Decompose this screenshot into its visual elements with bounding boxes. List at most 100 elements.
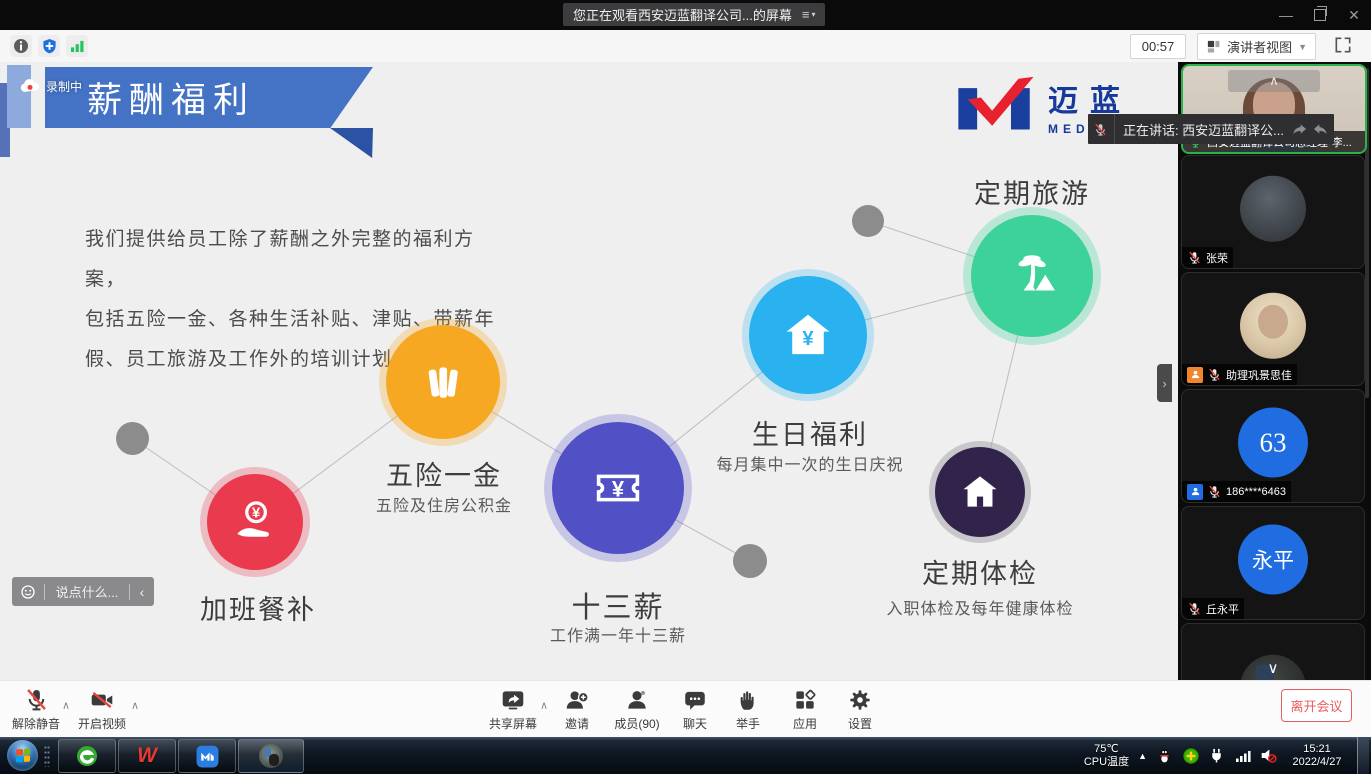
participant-name: 张荣 (1206, 250, 1228, 266)
muted-mic-icon (1187, 250, 1202, 265)
toast-arrows[interactable] (1292, 122, 1334, 136)
benefit-subtitle: 五险及住房公积金 (336, 492, 552, 516)
participant-tile[interactable]: 永平 丘永平 (1181, 506, 1365, 620)
emoji-icon[interactable] (12, 584, 44, 600)
antivirus-icon[interactable] (1182, 747, 1199, 764)
video-options-chevron[interactable]: ∧ (131, 699, 139, 712)
show-desktop-button[interactable] (1357, 737, 1369, 774)
gear-icon (847, 686, 874, 713)
benefit-title: 定期体检 (892, 552, 1068, 591)
clock[interactable]: 15:212022/4/27 (1286, 743, 1348, 769)
quick-chat-placeholder[interactable]: 说点什么... (45, 582, 129, 601)
statusbar: 00:57 演讲者视图 ▼ (0, 30, 1371, 63)
network-signal-icon[interactable] (66, 35, 88, 57)
share-screen-button[interactable]: 共享屏幕 (477, 686, 549, 732)
benefit-title: 生日福利 (722, 413, 898, 452)
meeting-timer: 00:57 (1130, 34, 1186, 59)
taskbar-camera-button[interactable] (238, 739, 304, 773)
forward-arrow-icon (1292, 122, 1308, 136)
meeting-toolbar: 解除静音 ∧ 开启视频 ∧ 共享屏幕 ∧ 邀请 成员(90) (0, 680, 1371, 738)
house-yen-icon: ¥ (781, 308, 835, 362)
close-button[interactable]: ✕ (1337, 0, 1371, 30)
start-button[interactable] (7, 740, 38, 771)
toast-mic-box (1088, 114, 1115, 144)
titlebar: 您正在观看西安迈蓝翻译公司...的屏幕 ≡▾ — ✕ (0, 0, 1371, 30)
restore-button[interactable] (1303, 0, 1337, 30)
collapse-video-button[interactable]: ∧ (1228, 70, 1320, 92)
sidebar-collapse-handle[interactable]: › (1157, 364, 1172, 402)
muted-mic-icon (1207, 484, 1222, 499)
participant-tile[interactable]: 助理巩景思佳 (1181, 272, 1365, 386)
participant-tile[interactable]: ∨ (1181, 623, 1365, 680)
svg-text:¥: ¥ (802, 328, 814, 350)
participant-tile[interactable]: 63 186****6463 (1181, 389, 1365, 503)
qq-icon[interactable] (1156, 747, 1173, 764)
taskbar-browser-button[interactable] (58, 739, 116, 773)
benefit-subtitle: 入职体检及每年健康体检 (870, 595, 1090, 619)
cloud-recording-icon (20, 79, 40, 94)
leave-meeting-button[interactable]: 离开会议 (1281, 689, 1352, 722)
benefit-title: 五险一金 (356, 454, 532, 493)
quick-chat-bar[interactable]: 说点什么... ‹ (12, 577, 154, 606)
house-icon (958, 470, 1002, 514)
share-screen-icon (500, 686, 527, 713)
taskbar-meeting-button[interactable] (178, 739, 236, 773)
apps-grid-icon (792, 686, 819, 713)
minimize-button[interactable]: — (1269, 0, 1303, 30)
scroll-more-participants[interactable]: ∨ (1182, 652, 1364, 680)
hidden-icons-chevron[interactable]: ▲ (1138, 751, 1147, 761)
layout-menu-icon[interactable]: ≡▾ (802, 7, 816, 22)
participant-name-bar: 丘永平 (1182, 598, 1244, 619)
taskbar-wps-button[interactable]: W (118, 739, 176, 773)
camera-off-icon (89, 686, 116, 713)
member-badge-icon (1187, 484, 1203, 500)
participant-name: 186****6463 (1226, 486, 1286, 498)
avatar (1240, 176, 1306, 242)
watching-label: 您正在观看西安迈蓝翻译公司...的屏幕 (573, 5, 792, 24)
security-shield-icon[interactable] (38, 35, 60, 57)
raise-hand-icon (735, 686, 762, 713)
network-bars-icon[interactable] (1234, 747, 1251, 764)
reply-arrow-icon (1312, 122, 1328, 136)
recording-indicator: 录制中 (20, 78, 82, 95)
avatar-initials: 永平 (1238, 525, 1308, 595)
speaking-toast: 正在讲话: 西安迈蓝翻译公... (1088, 114, 1334, 144)
system-tray: 75℃CPU温度 ▲ 15:212022/4/27 (1084, 737, 1371, 774)
participant-name-bar: 186****6463 (1182, 481, 1291, 502)
benefit-circle-birthday: ¥ (749, 276, 867, 394)
invite-person-icon (564, 686, 591, 713)
svg-text:¥: ¥ (612, 476, 625, 501)
meeting-app-icon (195, 744, 220, 769)
muted-mic-icon (1187, 601, 1202, 616)
benefit-circle-insurance (386, 325, 500, 439)
chat-bubble-icon (682, 686, 709, 713)
benefit-subtitle: 工作满一年十三薪 (508, 622, 728, 646)
fullscreen-button[interactable] (1333, 35, 1355, 57)
participant-tile[interactable]: 张荣 (1181, 155, 1365, 269)
palm-beach-icon (1003, 247, 1061, 305)
collapse-chat-icon[interactable]: ‹ (130, 584, 154, 600)
files-icon (416, 355, 470, 409)
benefit-circle-travel (971, 215, 1093, 337)
meeting-info-icon[interactable] (10, 35, 32, 57)
participants-sidebar: ∧ 西安迈蓝翻译公司总经理-李... 张荣 助 (1178, 62, 1371, 680)
power-plug-icon[interactable] (1208, 747, 1225, 764)
members-icon (624, 686, 651, 713)
benefit-circle-meal: ¥ (207, 474, 303, 570)
settings-button[interactable]: 设置 (824, 686, 896, 732)
benefit-subtitle: 每月集中一次的生日庆祝 (700, 451, 920, 475)
start-video-button[interactable]: 开启视频 (66, 686, 138, 732)
muted-speaker-icon[interactable] (1260, 747, 1277, 764)
diagram-dot (852, 205, 884, 237)
muted-mic-icon (1207, 367, 1222, 382)
view-mode-dropdown[interactable]: 演讲者视图 ▼ (1197, 33, 1316, 60)
diagram-dot (733, 544, 767, 578)
watching-banner[interactable]: 您正在观看西安迈蓝翻译公司...的屏幕 ≡▾ (563, 3, 825, 26)
windows-logo-icon (16, 749, 30, 763)
view-mode-label: 演讲者视图 (1227, 37, 1292, 56)
cpu-temp-readout: 75℃CPU温度 (1084, 743, 1129, 769)
chevron-down-icon: ▼ (1298, 42, 1307, 52)
speaking-text: 正在讲话: 西安迈蓝翻译公... (1115, 120, 1292, 139)
avatar-initials: 63 (1238, 408, 1308, 478)
browser-icon (75, 744, 99, 768)
